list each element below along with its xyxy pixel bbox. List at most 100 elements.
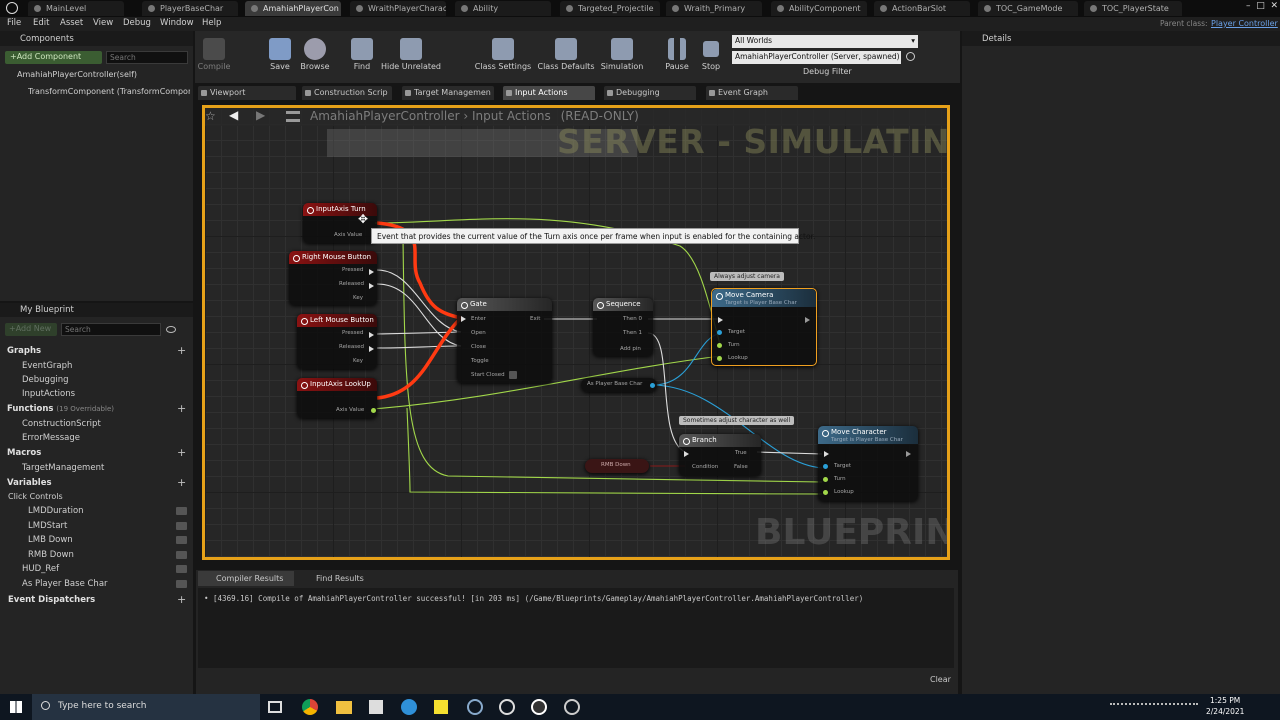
store-icon[interactable]	[369, 700, 383, 714]
tab-compiler-results[interactable]: Compiler Results	[198, 571, 294, 586]
tab-player-base-char[interactable]: PlayerBaseChar	[142, 1, 238, 16]
unreal-engine-icon[interactable]	[499, 699, 515, 715]
minimize-icon[interactable]: –	[1246, 1, 1251, 11]
tab-amahiah-player-controller[interactable]: AmahiahPlayerCon	[245, 1, 341, 16]
macro-item-target-management[interactable]: TargetManagement	[0, 463, 193, 473]
tab-find-results[interactable]: Find Results	[300, 571, 390, 586]
debug-object-selector[interactable]: AmahiahPlayerController (Server, spawned…	[732, 51, 901, 64]
tab-ability[interactable]: Ability	[455, 1, 551, 16]
node-as-player-base-char[interactable]: As Player Base Char	[581, 378, 657, 392]
visibility-toggle-icon[interactable]	[176, 536, 187, 544]
tab-input-actions[interactable]: Input Actions	[503, 86, 595, 100]
variable-item-lmb-down[interactable]: LMB Down	[0, 535, 193, 545]
taskbar-search-box[interactable]: Type here to search	[32, 694, 260, 720]
add-variable-icon[interactable]: +	[177, 477, 186, 488]
visibility-eye-icon[interactable]	[166, 326, 176, 333]
menu-edit[interactable]: Edit	[33, 18, 49, 28]
menu-debug[interactable]: Debug	[123, 18, 151, 28]
tab-construction-script[interactable]: Construction Scrip	[302, 86, 392, 100]
graph-item-event-graph[interactable]: EventGraph	[0, 361, 193, 371]
components-search-input[interactable]	[106, 51, 188, 64]
node-move-character[interactable]: Move Character Target is Player Base Cha…	[818, 426, 918, 501]
unreal-engine-active-icon[interactable]	[531, 699, 547, 715]
graph-item-input-actions[interactable]: InputActions	[0, 389, 193, 399]
tab-viewport[interactable]: Viewport	[198, 86, 296, 100]
variable-item-rmb-down[interactable]: RMB Down	[0, 550, 193, 560]
simulation-button[interactable]: Simulation	[598, 38, 646, 71]
tab-debugging[interactable]: Debugging	[604, 86, 696, 100]
macros-header[interactable]: Macros	[0, 448, 193, 458]
node-move-camera[interactable]: Move Camera Target is Player Base Char T…	[711, 288, 817, 366]
function-item-error-message[interactable]: ErrorMessage	[0, 433, 193, 443]
debug-search-icon[interactable]	[906, 52, 915, 61]
tab-ability-component[interactable]: AbilityComponent	[771, 1, 867, 16]
app-icon[interactable]	[467, 699, 483, 715]
tab-wraith-primary[interactable]: Wraith_Primary	[666, 1, 762, 16]
add-new-button[interactable]: +Add New	[5, 323, 57, 336]
add-component-button[interactable]: +Add Component	[5, 51, 102, 64]
add-dispatcher-icon[interactable]: +	[177, 594, 186, 605]
stop-button[interactable]: Stop	[687, 38, 735, 71]
tab-main-level[interactable]: MainLevel	[28, 1, 124, 16]
tab-toc-player-state[interactable]: TOC_PlayerState	[1084, 1, 1182, 16]
node-right-mouse-button[interactable]: Right Mouse Button Pressed Released Key	[289, 251, 377, 305]
visibility-toggle-icon[interactable]	[176, 507, 187, 515]
add-function-icon[interactable]: +	[177, 403, 186, 414]
node-sequence[interactable]: Sequence Then 0 Then 1 Add pin	[593, 298, 653, 356]
variable-item-lmd-duration[interactable]: LMDDuration	[0, 506, 193, 516]
tab-wraith-player-character[interactable]: WraithPlayerCharac	[350, 1, 446, 16]
add-graph-icon[interactable]: +	[177, 345, 186, 356]
chrome-icon[interactable]	[302, 699, 318, 715]
visibility-toggle-icon[interactable]	[176, 565, 187, 573]
menu-file[interactable]: File	[7, 18, 21, 28]
close-icon[interactable]: ✕	[1270, 1, 1278, 11]
start-closed-checkbox[interactable]	[509, 371, 517, 379]
parent-class-link[interactable]: Player Controller	[1211, 19, 1278, 28]
class-settings-button[interactable]: Class Settings	[474, 38, 532, 71]
variable-item-lmd-start[interactable]: LMDStart	[0, 521, 193, 531]
node-left-mouse-button[interactable]: Left Mouse Button Pressed Released Key	[297, 314, 377, 369]
visibility-toggle-icon[interactable]	[176, 522, 187, 530]
transform-component-item[interactable]: TransformComponent (TransformComponen	[28, 87, 190, 96]
visibility-toggle-icon[interactable]	[176, 551, 187, 559]
tab-toc-game-mode[interactable]: TOC_GameMode	[978, 1, 1078, 16]
visibility-toggle-icon[interactable]	[176, 580, 187, 588]
compile-button[interactable]: Compile	[190, 38, 238, 71]
event-dispatchers-header[interactable]: Event Dispatchers	[0, 595, 193, 605]
file-explorer-icon[interactable]	[336, 701, 352, 714]
class-defaults-button[interactable]: Class Defaults	[537, 38, 595, 71]
variable-item-hud-ref[interactable]: HUD_Ref	[0, 564, 193, 574]
variables-header[interactable]: Variables	[0, 478, 193, 488]
comment-camera[interactable]: Always adjust camera	[710, 272, 784, 281]
menu-help[interactable]: Help	[202, 18, 221, 28]
add-pin-button[interactable]: Add pin	[620, 346, 641, 352]
maximize-icon[interactable]: □	[1256, 1, 1265, 11]
task-view-icon[interactable]	[268, 701, 282, 713]
node-rmb-down[interactable]: RMB Down	[585, 459, 649, 473]
node-gate[interactable]: Gate Enter Exit Open Close Toggle Start …	[457, 298, 552, 383]
menu-window[interactable]: Window	[160, 18, 194, 28]
node-input-axis-lookup[interactable]: InputAxis LookUp Axis Value	[297, 378, 377, 418]
system-tray-icons[interactable]	[1110, 703, 1198, 713]
browse-button[interactable]: Browse	[291, 38, 339, 71]
menu-asset[interactable]: Asset	[60, 18, 83, 28]
node-branch[interactable]: Branch True Condition False	[679, 434, 761, 476]
blueprint-graph-canvas[interactable]: ☆ ◀ ▶ AmahiahPlayerController › Input Ac…	[202, 105, 950, 560]
clear-button[interactable]: Clear	[930, 675, 951, 684]
sticky-notes-icon[interactable]	[434, 700, 448, 714]
add-macro-icon[interactable]: +	[177, 447, 186, 458]
windows-start-icon[interactable]	[10, 701, 22, 713]
variable-item-as-player-base-char[interactable]: As Player Base Char	[0, 579, 193, 589]
function-item-construction-script[interactable]: ConstructionScript	[0, 419, 193, 429]
graphs-header[interactable]: Graphs	[0, 346, 193, 356]
my-blueprint-search-input[interactable]	[61, 323, 161, 336]
comment-character[interactable]: Sometimes adjust character as well	[679, 416, 795, 425]
functions-header[interactable]: Functions (19 Overridable)	[0, 404, 193, 414]
obs-icon[interactable]	[564, 699, 580, 715]
tab-event-graph[interactable]: Event Graph	[706, 86, 798, 100]
hide-unrelated-button[interactable]: Hide Unrelated	[380, 38, 442, 71]
tab-action-bar-slot[interactable]: ActionBarSlot	[874, 1, 970, 16]
world-selector[interactable]: All Worlds ▾	[732, 35, 918, 48]
find-button[interactable]: Find	[338, 38, 386, 71]
tab-target-management[interactable]: Target Managemen	[402, 86, 494, 100]
